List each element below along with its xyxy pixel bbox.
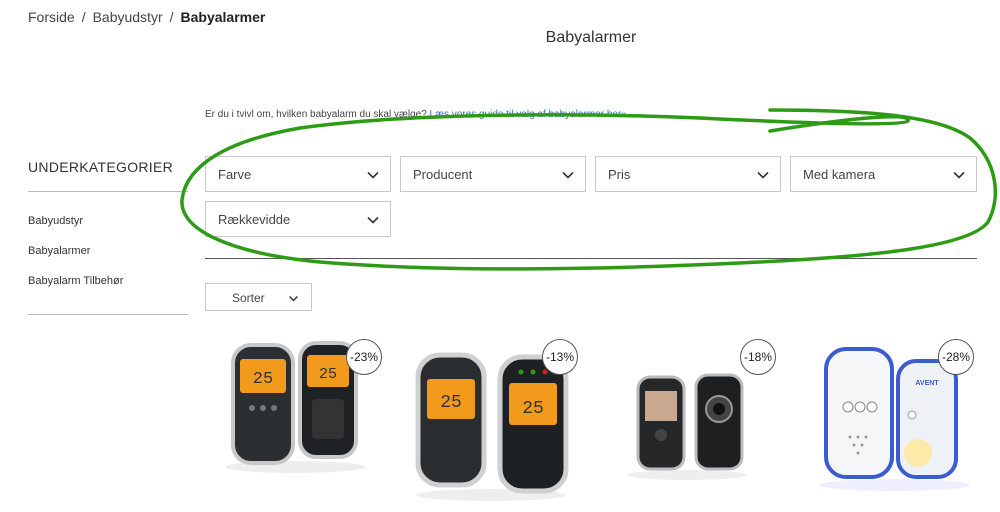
discount-badge: -13% <box>542 339 578 375</box>
breadcrumb: Forside / Babyudstyr / Babyalarmer <box>28 9 265 25</box>
breadcrumb-current: Babyalarmer <box>180 9 266 25</box>
product-card[interactable]: AVENT -28% <box>800 335 990 507</box>
page-title: Babyalarmer <box>545 29 637 46</box>
sidebar-divider <box>28 314 188 315</box>
filter-label: Rækkevidde <box>218 212 291 227</box>
lcd-reading: 25 <box>253 370 273 389</box>
guide-link[interactable]: Læs vores guide til valg af babyalarmer … <box>430 109 627 120</box>
breadcrumb-home-link[interactable]: Forside <box>28 9 75 25</box>
lcd-reading: 25 <box>440 393 462 413</box>
discount-badge: -28% <box>938 339 974 375</box>
chevron-down-icon <box>367 216 379 224</box>
guide-text: Er du i tvivl om, hvilken babyalarm du s… <box>205 109 627 120</box>
filter-label: Producent <box>413 167 473 182</box>
sort-label: Sorter <box>232 291 265 305</box>
filter-label: Pris <box>608 167 631 182</box>
product-card[interactable]: 25 25 -23% <box>200 335 390 507</box>
sidebar-title: UNDERKATEGORIER <box>28 159 174 175</box>
sort-dropdown[interactable]: Sorter <box>205 283 312 311</box>
chevron-down-icon <box>757 171 769 179</box>
discount-badge: -18% <box>740 339 776 375</box>
chevron-down-icon <box>289 296 298 302</box>
filter-producent-dropdown[interactable]: Producent <box>400 156 586 192</box>
filter-label: Med kamera <box>803 167 876 182</box>
sidebar-divider <box>28 191 188 192</box>
chevron-down-icon <box>562 171 574 179</box>
lcd-reading: 25 <box>522 399 544 419</box>
sidebar-item-babyudstyr[interactable]: Babyudstyr <box>28 215 83 227</box>
breadcrumb-babyudstyr-link[interactable]: Babyudstyr <box>93 9 163 25</box>
filter-farve-dropdown[interactable]: Farve <box>205 156 391 192</box>
product-card[interactable]: -18% <box>592 335 782 507</box>
sidebar-item-babyalarmer[interactable]: Babyalarmer <box>28 245 90 257</box>
filters-divider <box>205 258 977 259</box>
breadcrumb-separator: / <box>169 9 174 25</box>
chevron-down-icon <box>367 171 379 179</box>
guide-question: Er du i tvivl om, hvilken babyalarm du s… <box>205 109 427 120</box>
filter-label: Farve <box>218 167 252 182</box>
filter-raekkevidde-dropdown[interactable]: Rækkevidde <box>205 201 391 237</box>
filter-pris-dropdown[interactable]: Pris <box>595 156 781 192</box>
lcd-reading: 25 <box>319 366 337 383</box>
discount-badge: -23% <box>346 339 382 375</box>
sidebar-item-babyalarm-tilbehor[interactable]: Babyalarm Tilbehør <box>28 275 123 287</box>
product-card[interactable]: 25 25 -13% <box>396 335 586 507</box>
filter-med-kamera-dropdown[interactable]: Med kamera <box>790 156 977 192</box>
product-brand-label: AVENT <box>915 380 939 387</box>
chevron-down-icon <box>953 171 965 179</box>
breadcrumb-separator: / <box>81 9 86 25</box>
